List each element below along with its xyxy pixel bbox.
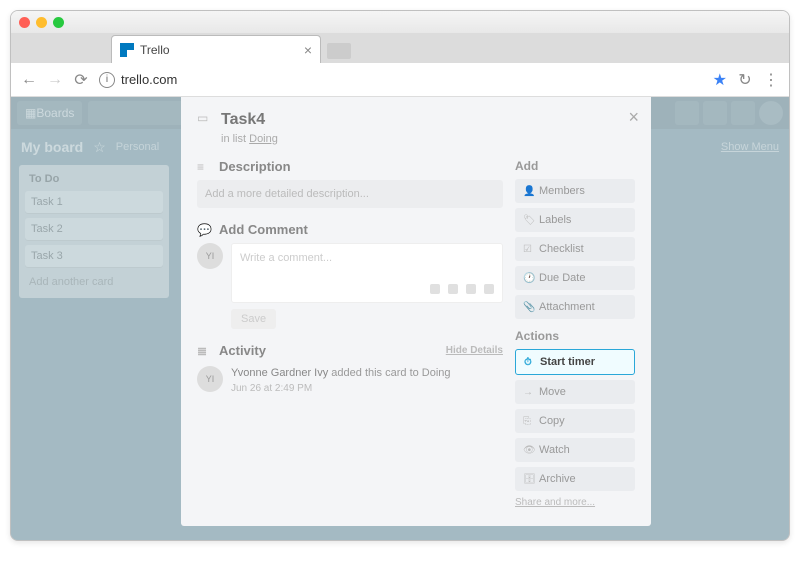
extension-icon[interactable]: ↻ [737, 70, 753, 90]
sidebar-item-label: Start timer [540, 356, 595, 368]
bookmark-star-icon[interactable]: ★ [713, 70, 727, 90]
comment-tools [240, 284, 494, 294]
sidebar-item-label: Checklist [539, 243, 584, 255]
comment-placeholder: Write a comment... [240, 252, 494, 264]
sidebar-add-attachment[interactable]: 📎 Attachment [515, 295, 635, 319]
sidebar-item-icon: 📎 [523, 302, 533, 313]
hide-details-link[interactable]: Hide Details [446, 345, 503, 356]
user-avatar: YI [197, 243, 223, 269]
card-in-list: in list Doing [221, 133, 635, 145]
description-heading: Description [219, 159, 291, 174]
activity-heading: Activity [219, 343, 266, 358]
sidebar-action-archive[interactable]: 🗄 Archive [515, 467, 635, 491]
sidebar-item-icon: 🕐 [523, 273, 533, 284]
sidebar-item-label: Members [539, 185, 585, 197]
tab-title: Trello [140, 43, 170, 57]
sidebar-action-watch[interactable]: 👁 Watch [515, 438, 635, 462]
sidebar-item-label: Due Date [539, 272, 585, 284]
description-icon: ≡ [197, 160, 211, 174]
new-tab-button[interactable] [327, 43, 351, 59]
sidebar-action-copy[interactable]: ⎘ Copy [515, 409, 635, 433]
toolbar: ← → ⟳ i trello.com ★ ↻ ⋮ [11, 63, 789, 97]
back-icon[interactable]: ← [21, 71, 37, 89]
sidebar-item-icon: 🗄 [523, 474, 533, 485]
comment-heading: Add Comment [219, 222, 308, 237]
card-icon: ▭ [197, 111, 211, 129]
sidebar-item-label: Attachment [539, 301, 595, 313]
save-comment-button[interactable]: Save [231, 309, 276, 329]
activity-icon: ≣ [197, 344, 211, 358]
description-input[interactable]: Add a more detailed description... [197, 180, 503, 208]
sidebar-action-move[interactable]: → Move [515, 380, 635, 404]
sidebar-item-icon: 👁 [523, 445, 533, 456]
list-link[interactable]: Doing [249, 133, 278, 145]
sidebar-item-icon: ⎘ [523, 416, 533, 427]
sidebar-item-icon: ⏱ [524, 357, 534, 368]
browser-tab[interactable]: Trello × [111, 35, 321, 63]
sidebar-add-due-date[interactable]: 🕐 Due Date [515, 266, 635, 290]
sidebar-item-label: Copy [539, 415, 565, 427]
browser-window: Trello × ← → ⟳ i trello.com ★ ↻ ⋮ ▦ Boar… [10, 10, 790, 541]
sidebar-item-label: Archive [539, 473, 576, 485]
sidebar-add-members[interactable]: 👤 Members [515, 179, 635, 203]
card-tool-icon[interactable] [484, 284, 494, 294]
card-main: ≡ Description Add a more detailed descrip… [197, 159, 503, 508]
comment-icon: 💬 [197, 223, 211, 237]
window-titlebar [11, 11, 789, 33]
sidebar-item-icon: → [523, 387, 533, 398]
sidebar-action-start-timer[interactable]: ⏱ Start timer [515, 349, 635, 375]
tab-close-icon[interactable]: × [304, 42, 312, 58]
activity-user[interactable]: Yvonne Gardner Ivy [231, 367, 328, 379]
menu-icon[interactable]: ⋮ [763, 70, 779, 90]
site-info-icon[interactable]: i [99, 72, 115, 88]
activity-timestamp: Jun 26 at 2:49 PM [231, 383, 312, 394]
trello-favicon-icon [120, 43, 134, 57]
actions-section-title: Actions [515, 329, 635, 343]
reload-icon[interactable]: ⟳ [73, 70, 89, 90]
sidebar-add-labels[interactable]: 🏷 Labels [515, 208, 635, 232]
close-icon[interactable]: × [628, 107, 639, 128]
share-link[interactable]: Share and more... [515, 497, 635, 508]
attachment-tool-icon[interactable] [430, 284, 440, 294]
comment-input[interactable]: Write a comment... [231, 243, 503, 303]
address-bar[interactable]: i trello.com [99, 72, 703, 88]
sidebar-item-label: Watch [539, 444, 570, 456]
activity-avatar: YI [197, 366, 223, 392]
activity-action: added this card to Doing [331, 367, 450, 379]
url-text: trello.com [121, 72, 177, 87]
sidebar-item-icon: ☑ [523, 244, 533, 255]
trello-app: ▦ Boards 🐶 New Stuff ▦ Trello My board ☆… [11, 97, 789, 540]
window-close-icon[interactable] [19, 17, 30, 28]
emoji-tool-icon[interactable] [466, 284, 476, 294]
card-title[interactable]: Task4 [221, 111, 265, 129]
activity-item: YI Yvonne Gardner Ivy added this card to… [197, 366, 503, 397]
add-section-title: Add [515, 159, 635, 173]
forward-icon: → [47, 71, 63, 89]
tab-strip: Trello × [11, 33, 789, 63]
viewport: ▦ Boards 🐶 New Stuff ▦ Trello My board ☆… [11, 97, 789, 540]
sidebar-item-label: Labels [539, 214, 571, 226]
card-modal: × ▭ Task4 in list Doing ≡ Description Add… [181, 97, 651, 526]
window-zoom-icon[interactable] [53, 17, 64, 28]
card-sidebar: Add 👤 Members 🏷 Labels ☑ Checklist 🕐 Due Date 📎 A… [515, 159, 635, 508]
sidebar-add-checklist[interactable]: ☑ Checklist [515, 237, 635, 261]
window-minimize-icon[interactable] [36, 17, 47, 28]
mention-tool-icon[interactable] [448, 284, 458, 294]
sidebar-item-icon: 🏷 [523, 215, 533, 226]
sidebar-item-label: Move [539, 386, 566, 398]
sidebar-item-icon: 👤 [523, 186, 533, 197]
